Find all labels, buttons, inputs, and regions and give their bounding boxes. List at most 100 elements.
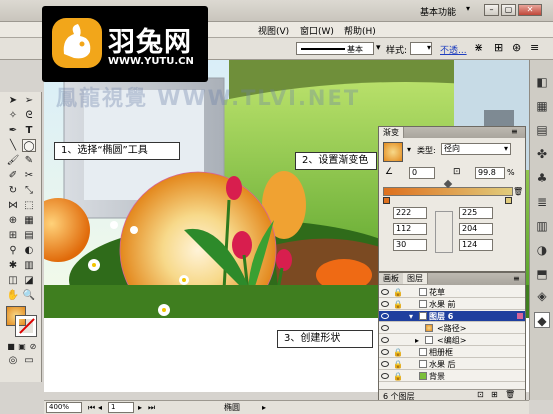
prev-artboard-icon[interactable]: ◂ (98, 401, 102, 414)
layer-row[interactable]: 🔒 水果 前 (379, 299, 525, 310)
mesh-tool-icon[interactable]: ⊞ (6, 229, 20, 242)
layer-sublayer-row[interactable]: <路径> (379, 323, 525, 334)
right-stop-r[interactable]: 225 (459, 207, 493, 219)
transparency-icon[interactable]: ◑ (534, 242, 550, 258)
eyedropper-tool-icon[interactable]: ⚲ (6, 244, 20, 257)
stroke-dropdown-icon[interactable]: ▾ (376, 43, 381, 53)
swatches-icon[interactable]: ▤ (534, 122, 550, 138)
menu-view[interactable]: 视图(V) (258, 24, 289, 37)
visibility-eye-icon[interactable] (381, 361, 389, 367)
ellipse-tool-icon[interactable]: ◯ (22, 139, 36, 152)
gradient-stop-right[interactable] (505, 197, 512, 204)
artboard-tool-icon[interactable]: ◫ (6, 274, 20, 287)
angle-field[interactable]: 0 (409, 167, 435, 179)
zoom-tool-icon[interactable]: 🔍 (22, 289, 36, 302)
stroke-swatch-none[interactable] (15, 315, 37, 337)
left-stop-g[interactable]: 112 (393, 223, 427, 235)
gradient-tool-icon[interactable]: ▤ (22, 229, 36, 242)
stroke-panel-icon[interactable]: ≣ (534, 194, 550, 210)
align-icon[interactable]: ⊞ (494, 41, 503, 54)
free-transform-tool-icon[interactable]: ⬚ (22, 199, 36, 212)
lock-icon[interactable]: 🔒 (393, 371, 403, 382)
scissors-tool-icon[interactable]: ✂ (22, 169, 36, 182)
tab-artboards[interactable]: 画板 (379, 273, 404, 284)
gradient-preview-swatch[interactable] (383, 142, 403, 162)
artboard-number-field[interactable]: 1 (108, 402, 134, 413)
perspective-grid-tool-icon[interactable]: ▦ (22, 214, 36, 227)
symbol-sprayer-tool-icon[interactable]: ✱ (6, 259, 20, 272)
layers-dock-icon[interactable]: ◆ (534, 312, 550, 328)
line-tool-icon[interactable]: ╲ (6, 139, 20, 152)
first-artboard-icon[interactable]: ⏮ (88, 401, 95, 414)
screen-mode-icon[interactable]: ▭ (22, 354, 36, 367)
style-select[interactable]: ▾ (410, 42, 432, 55)
layer-row[interactable]: 🔒 水果 后 (379, 359, 525, 370)
delete-layer-icon[interactable]: 🗑 (505, 390, 515, 399)
minimize-button[interactable]: – (484, 4, 499, 16)
layer-row[interactable]: 🔒 花草 (379, 287, 525, 298)
last-artboard-icon[interactable]: ⏭ (148, 401, 155, 414)
rotate-tool-icon[interactable]: ↻ (6, 184, 20, 197)
expand-arrow-icon[interactable]: ▾ (409, 311, 413, 322)
stroke-swatch[interactable] (258, 42, 266, 54)
visibility-eye-icon[interactable] (381, 289, 389, 295)
visibility-eye-icon[interactable] (381, 349, 389, 355)
visibility-eye-icon[interactable] (381, 325, 389, 331)
visibility-eye-icon[interactable] (381, 301, 389, 307)
brushes-icon[interactable]: ✤ (534, 146, 550, 162)
close-button[interactable]: ✕ (518, 4, 542, 16)
type-tool-icon[interactable]: T (22, 124, 36, 137)
gradient-stop-left[interactable] (383, 197, 390, 204)
aspect-ratio-field[interactable]: 99.8 (475, 167, 505, 179)
tab-layers[interactable]: 图层 (403, 273, 428, 284)
lock-icon[interactable]: 🔒 (393, 287, 403, 298)
gradient-panel-icon[interactable]: ▥ (534, 218, 550, 234)
width-tool-icon[interactable]: ⋈ (6, 199, 20, 212)
appearance-icon[interactable]: ⬒ (534, 266, 550, 282)
magic-wand-tool-icon[interactable]: ✧ (6, 109, 20, 122)
layer-row[interactable]: 🔒 背景 (379, 371, 525, 382)
gradient-type-select[interactable]: 径向 ▾ (441, 143, 511, 155)
shape-builder-tool-icon[interactable]: ⊕ (6, 214, 20, 227)
direct-selection-tool-icon[interactable]: ➢ (22, 94, 36, 107)
zoom-field[interactable]: 400% (46, 402, 82, 413)
expand-arrow-icon[interactable]: ▸ (415, 335, 419, 346)
lock-icon[interactable]: 🔒 (393, 359, 403, 370)
graph-tool-icon[interactable]: ▥ (22, 259, 36, 272)
selection-tool-icon[interactable]: ➤ (6, 94, 20, 107)
new-layer-icon[interactable]: ⊞ (491, 390, 498, 399)
delete-stop-icon[interactable]: 🗑 (513, 187, 523, 196)
lock-icon[interactable]: 🔒 (393, 347, 403, 358)
left-stop-b[interactable]: 30 (393, 239, 427, 251)
workspace-switcher[interactable]: 基本功能 (420, 5, 456, 18)
transform-icon[interactable]: ⊛ (512, 41, 521, 54)
new-sublayer-icon[interactable]: ⊡ (477, 390, 484, 399)
menu-help[interactable]: 帮助(H) (344, 24, 376, 37)
recolor-icon[interactable]: ⋇ (474, 41, 483, 54)
stroke-profile-select[interactable]: 基本 (296, 42, 374, 55)
next-artboard-icon[interactable]: ▸ (138, 401, 142, 414)
left-stop-r[interactable]: 222 (393, 207, 427, 219)
symbols-icon[interactable]: ♣ (534, 170, 550, 186)
right-stop-g[interactable]: 204 (459, 223, 493, 235)
lock-icon[interactable]: 🔒 (393, 299, 403, 310)
right-stop-b[interactable]: 124 (459, 239, 493, 251)
selection-indicator[interactable] (517, 313, 523, 319)
hand-tool-icon[interactable]: ✋ (6, 289, 20, 302)
color-guide-icon[interactable]: ▦ (534, 98, 550, 114)
gradient-slider-bar[interactable] (383, 187, 513, 196)
draw-mode-icon[interactable]: ◎ (6, 354, 20, 367)
opacity-link[interactable]: 不透... (440, 43, 467, 56)
blend-tool-icon[interactable]: ◐ (22, 244, 36, 257)
slice-tool-icon[interactable]: ◪ (22, 274, 36, 287)
visibility-eye-icon[interactable] (381, 337, 389, 343)
pencil-tool-icon[interactable]: ✎ (22, 154, 36, 167)
gradient-panel-menu-icon[interactable]: ≡ (511, 127, 518, 136)
color-panel-icon[interactable]: ◧ (534, 74, 550, 90)
visibility-eye-icon[interactable] (381, 373, 389, 379)
layer-row[interactable]: 🔒 相册框 (379, 347, 525, 358)
tab-gradient[interactable]: 渐变 (379, 127, 404, 138)
layers-panel-menu-icon[interactable]: ≡ (513, 274, 520, 283)
menu-window[interactable]: 窗口(W) (300, 24, 334, 37)
visibility-eye-icon[interactable] (381, 313, 389, 319)
